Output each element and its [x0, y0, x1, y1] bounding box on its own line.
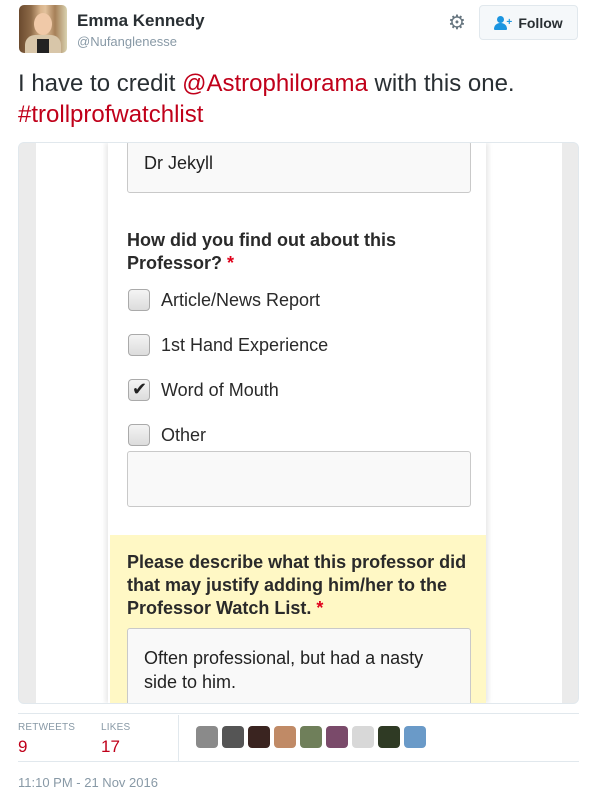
likes-count: 17 [101, 737, 120, 756]
liker-avatar[interactable] [222, 726, 244, 748]
author-avatar[interactable] [19, 5, 67, 53]
question-how-found: How did you find out about this Professo… [127, 229, 457, 275]
question-describe: Please describe what this professor did … [127, 551, 467, 620]
follow-button[interactable]: + Follow [479, 5, 578, 40]
checkbox-unchecked [128, 334, 150, 356]
tweet-text-start: I have to credit [18, 70, 183, 97]
option-word-of-mouth: ✔ Word of Mouth [128, 378, 279, 402]
required-marker: * [227, 253, 235, 273]
option-article: Article/News Report [128, 288, 320, 312]
professor-name-field: Dr Jekyll [127, 143, 471, 193]
option-other: Other [128, 423, 206, 447]
option-label: Word of Mouth [161, 379, 279, 400]
other-text-field [127, 451, 471, 507]
option-label: Article/News Report [161, 289, 321, 310]
photo-margin-left [19, 143, 37, 703]
option-label: 1st Hand Experience [161, 334, 329, 355]
question-describe-text: Please describe what this professor did … [127, 552, 467, 618]
tweet-text: I have to credit @Astrophilorama with th… [18, 68, 588, 130]
liker-avatars [196, 726, 426, 748]
required-marker: * [316, 598, 324, 618]
stats-divider-top [18, 713, 579, 714]
add-user-icon: + [494, 15, 512, 30]
avatar-shirt [37, 39, 49, 53]
author-handle[interactable]: @Nufanglenesse [77, 34, 177, 49]
tweet-header: Emma Kennedy @Nufanglenesse ⚙ + Follow [0, 0, 600, 60]
retweets-count: 9 [18, 737, 28, 756]
follow-label: Follow [518, 14, 563, 31]
liker-avatar[interactable] [300, 726, 322, 748]
question-how-found-text: How did you find out about this Professo… [127, 230, 396, 273]
mention-link[interactable]: @Astrophilorama [182, 70, 368, 97]
checkbox-checked: ✔ [128, 379, 150, 401]
option-label: Other [161, 424, 207, 445]
description-field: Often professional, but had a nasty side… [127, 628, 471, 703]
likes-label: LIKES [101, 722, 131, 733]
liker-avatar[interactable] [274, 726, 296, 748]
option-first-hand: 1st Hand Experience [128, 333, 328, 357]
liker-avatar[interactable] [404, 726, 426, 748]
author-name[interactable]: Emma Kennedy [77, 11, 205, 31]
retweets-stat[interactable]: RETWEETS 9 [18, 722, 75, 757]
checkbox-unchecked [128, 424, 150, 446]
liker-avatar[interactable] [352, 726, 374, 748]
checkbox-unchecked [128, 289, 150, 311]
stats-separator [178, 715, 179, 761]
gear-icon[interactable]: ⚙ [446, 12, 468, 34]
attached-photo[interactable]: Dr Jekyll How did you find out about thi… [18, 142, 579, 704]
likes-stat[interactable]: LIKES 17 [101, 722, 130, 757]
liker-avatar[interactable] [248, 726, 270, 748]
checkmark-icon: ✔ [132, 379, 148, 399]
liker-avatar[interactable] [378, 726, 400, 748]
photo-margin-right [560, 143, 578, 703]
liker-avatar[interactable] [196, 726, 218, 748]
hashtag-link[interactable]: #trollprofwatchlist [18, 101, 203, 128]
liker-avatar[interactable] [326, 726, 348, 748]
stats-divider-bottom [18, 761, 579, 762]
tweet-text-end: with this one. [367, 70, 515, 97]
tweet-timestamp[interactable]: 11:10 PM - 21 Nov 2016 [18, 775, 158, 790]
retweets-label: RETWEETS [18, 722, 76, 733]
avatar-face [34, 13, 52, 35]
